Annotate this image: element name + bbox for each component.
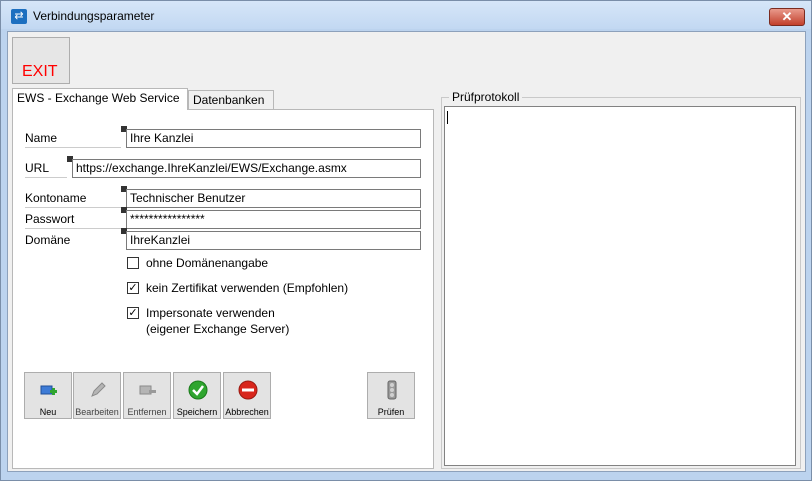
remove-record-icon: [139, 385, 156, 395]
new-button-label: Neu: [39, 407, 57, 417]
account-field[interactable]: Technischer Benutzer: [126, 189, 421, 208]
test-button-label: Prüfen: [377, 407, 405, 417]
tab-ews[interactable]: EWS - Exchange Web Service: [12, 88, 188, 110]
test-button[interactable]: Prüfen: [367, 372, 415, 419]
account-label: Kontoname: [25, 190, 121, 208]
close-icon: ✕: [781, 9, 793, 24]
name-label: Name: [25, 130, 121, 148]
save-button-label: Speichern: [176, 407, 218, 417]
impersonate-sublabel: (eigener Exchange Server): [146, 322, 290, 336]
text-caret: [447, 111, 448, 124]
no-certificate-label: kein Zertifikat verwenden (Empfohlen): [146, 281, 349, 295]
save-button[interactable]: Speichern: [173, 372, 221, 419]
remove-button[interactable]: Entfernen: [123, 372, 171, 419]
exit-label: EXIT: [22, 63, 58, 80]
client-area: EXIT EWS - Exchange Web Service Datenban…: [7, 31, 806, 472]
edit-button[interactable]: Bearbeiten: [73, 372, 121, 419]
traffic-light-icon: [387, 380, 397, 400]
no-domain-checkbox[interactable]: [127, 257, 139, 269]
no-certificate-checkbox[interactable]: ✓: [127, 282, 139, 294]
password-field[interactable]: ****************: [126, 210, 421, 229]
cancel-button-label: Abbrechen: [225, 407, 269, 417]
remove-button-label: Entfernen: [127, 407, 167, 417]
exit-button[interactable]: EXIT: [12, 37, 70, 84]
cancel-button[interactable]: Abbrechen: [223, 372, 271, 419]
url-label: URL: [25, 160, 67, 178]
window-title: Verbindungsparameter: [33, 9, 155, 23]
domain-field[interactable]: IhreKanzlei: [126, 231, 421, 250]
no-domain-label: ohne Domänenangabe: [146, 256, 269, 270]
log-textarea[interactable]: [444, 106, 796, 466]
log-group-title: Prüfprotokoll: [449, 90, 523, 104]
edit-pencil-icon: [91, 382, 106, 397]
tab-datenbanken[interactable]: Datenbanken: [188, 90, 274, 110]
impersonate-checkbox[interactable]: ✓: [127, 307, 139, 319]
new-button[interactable]: Neu: [24, 372, 72, 419]
checkmark-icon: [188, 380, 208, 400]
edit-button-label: Bearbeiten: [75, 407, 119, 417]
title-bar[interactable]: ⇄ Verbindungsparameter ✕: [1, 1, 811, 29]
transfer-arrows-icon: ⇄: [11, 9, 27, 24]
name-field[interactable]: Ihre Kanzlei: [126, 129, 421, 148]
password-label: Passwort: [25, 211, 121, 229]
cancel-icon: [238, 380, 258, 400]
new-record-icon: [40, 385, 57, 395]
impersonate-label: Impersonate verwenden: [146, 306, 275, 320]
close-button[interactable]: ✕: [769, 8, 805, 26]
domain-label: Domäne: [25, 233, 71, 247]
dialog-window: ⇄ Verbindungsparameter ✕ EXIT EWS - Exch…: [0, 0, 812, 481]
url-field[interactable]: https://exchange.IhreKanzlei/EWS/Exchang…: [72, 159, 421, 178]
